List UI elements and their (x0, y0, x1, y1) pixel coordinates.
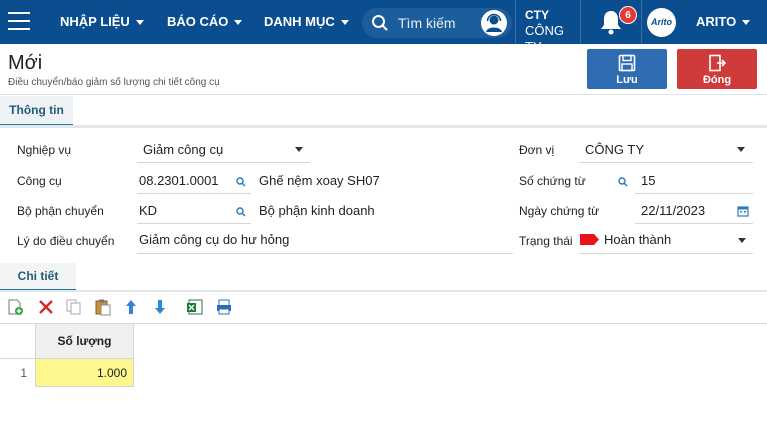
avatar[interactable]: Arito (647, 8, 676, 37)
chevron-down-icon (234, 20, 243, 26)
label-trang-thai: Trạng thái (519, 234, 573, 248)
search-icon[interactable] (236, 177, 246, 187)
field-underline (137, 162, 310, 163)
so-luong-cell[interactable]: 1.000 (35, 359, 134, 387)
search-icon (372, 15, 388, 31)
chevron-down-icon (340, 20, 349, 26)
field-underline (137, 223, 251, 224)
bo-phan-name: Bộ phận kinh doanh (259, 203, 375, 218)
user-menu[interactable]: ARITO (696, 0, 751, 44)
save-icon (618, 54, 636, 72)
label-don-vi: Đơn vị (519, 143, 555, 157)
nghiep-vu-select[interactable]: Giảm công cụ (143, 142, 223, 157)
page-subtitle: Điều chuyển/báo giảm số lượng chi tiết c… (8, 77, 220, 88)
notification-badge: 6 (619, 6, 637, 24)
trang-thai-select[interactable]: Hoàn thành (604, 232, 671, 247)
cong-cu-name: Ghế nệm xoay SH07 (259, 173, 380, 188)
user-name: ARITO (696, 14, 737, 29)
column-header-so-luong[interactable]: Số lượng (35, 324, 134, 358)
ngay-chung-tu-input[interactable]: 22/11/2023 (641, 203, 705, 218)
field-underline (635, 193, 753, 194)
divider (0, 290, 767, 292)
tab-chi-tiet[interactable]: Chi tiết (0, 263, 76, 291)
divider (641, 0, 642, 44)
exit-icon (709, 54, 726, 72)
label-ngay-chung-tu: Ngày chứng từ (519, 204, 600, 218)
divider (0, 125, 767, 128)
ly-do-input[interactable]: Giảm công cụ do hư hỏng (139, 232, 289, 247)
save-button[interactable]: Lưu (587, 49, 667, 89)
move-down-icon[interactable] (151, 298, 169, 316)
support-icon[interactable] (481, 10, 507, 36)
save-label: Lưu (616, 74, 638, 86)
tab-thong-tin[interactable]: Thông tin (0, 96, 73, 126)
delete-icon[interactable] (37, 298, 55, 316)
close-button[interactable]: Đóng (677, 49, 757, 89)
label-nghiep-vu: Nghiệp vụ (17, 143, 72, 157)
label-so-chung-tu: Số chứng từ (519, 174, 586, 188)
top-navbar: NHẬP LIỆU BÁO CÁO DANH MỤC Tìm kiếm CTY … (0, 0, 767, 54)
paste-icon[interactable] (94, 298, 112, 316)
company-code: CTY (525, 8, 549, 22)
close-label: Đóng (702, 74, 732, 86)
company-name: CÔNG TY (525, 23, 564, 54)
menu-label: DANH MỤC (264, 14, 335, 29)
calendar-icon[interactable] (737, 205, 749, 217)
excel-icon[interactable] (186, 298, 204, 316)
chevron-down-icon (135, 20, 144, 26)
chevron-down-icon[interactable] (737, 147, 745, 152)
status-flag-icon (580, 234, 599, 245)
divider (0, 94, 767, 95)
menu-nhap-lieu[interactable]: NHẬP LIỆU (60, 0, 144, 44)
search-icon[interactable] (236, 207, 246, 217)
field-underline (579, 162, 753, 163)
chevron-down-icon (742, 20, 751, 26)
label-cong-cu: Công cụ (17, 174, 62, 188)
menu-bao-cao[interactable]: BÁO CÁO (167, 0, 243, 44)
menu-danh-muc[interactable]: DANH MỤC (264, 0, 349, 44)
hamburger-menu-icon[interactable] (8, 12, 32, 32)
so-chung-tu-input[interactable]: 15 (641, 173, 655, 188)
print-icon[interactable] (215, 298, 233, 316)
copy-icon[interactable] (65, 298, 83, 316)
field-underline (137, 193, 251, 194)
company-selector[interactable]: CTY CÔNG TY (515, 0, 581, 54)
don-vi-select[interactable]: CÔNG TY (585, 142, 644, 157)
label-ly-do: Lý do điều chuyển (17, 234, 115, 248)
field-underline (635, 223, 753, 224)
menu-label: NHẬP LIỆU (60, 14, 130, 29)
search-placeholder: Tìm kiếm (398, 15, 456, 31)
cong-cu-code-input[interactable]: 08.2301.0001 (139, 173, 219, 188)
field-underline (137, 253, 513, 254)
label-bo-phan-chuyen: Bộ phận chuyển (17, 204, 104, 218)
row-number: 1 (20, 366, 27, 380)
search-icon[interactable] (618, 177, 628, 187)
chevron-down-icon[interactable] (295, 147, 303, 152)
page-title: Mới (8, 52, 43, 74)
field-underline (579, 253, 753, 254)
menu-label: BÁO CÁO (167, 14, 229, 29)
add-row-icon[interactable] (6, 298, 24, 316)
chevron-down-icon[interactable] (738, 238, 746, 243)
bo-phan-code-input[interactable]: KD (139, 203, 157, 218)
move-up-icon[interactable] (122, 298, 140, 316)
